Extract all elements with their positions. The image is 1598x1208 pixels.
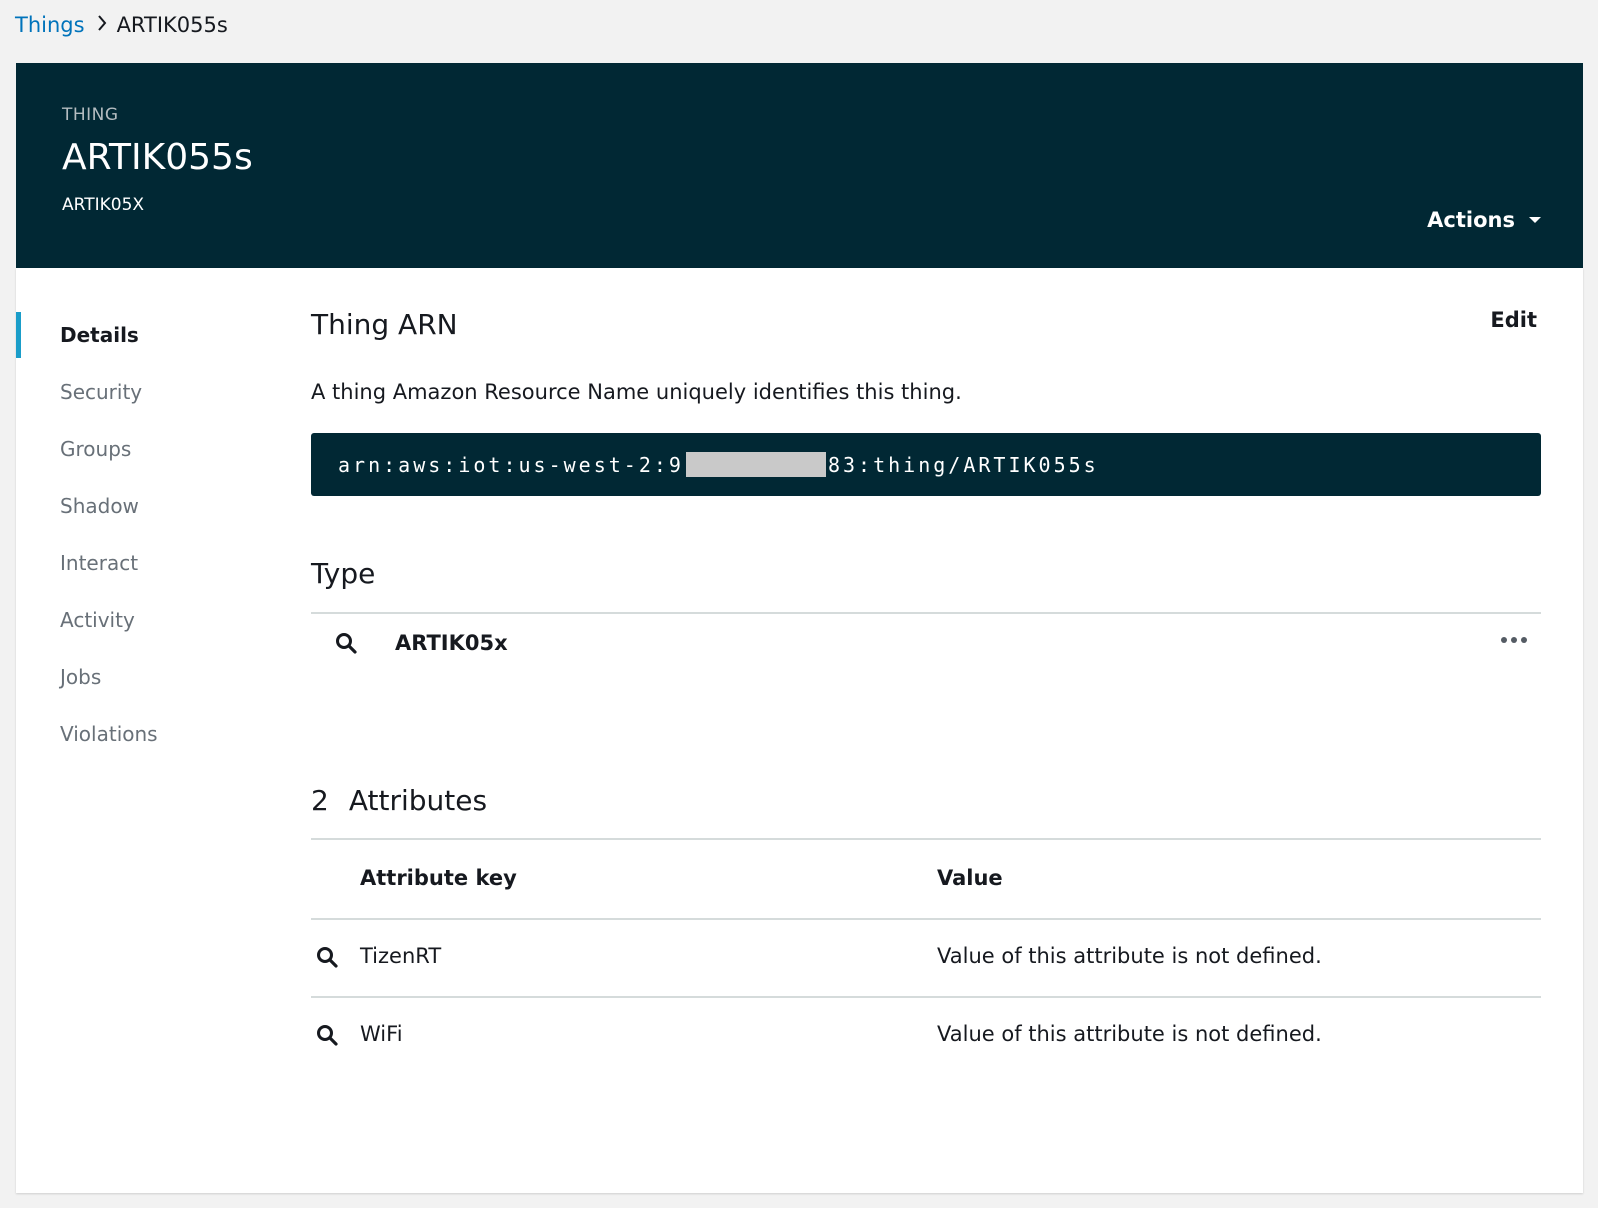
page-title: ARTIK055s: [62, 137, 253, 178]
breadcrumb-current: ARTIK055s: [116, 13, 228, 37]
type-section-title: Type: [311, 557, 376, 590]
nav-item-security[interactable]: Security: [16, 369, 266, 426]
caret-down-icon: [1529, 217, 1541, 223]
actions-dropdown-button[interactable]: Actions: [1427, 208, 1541, 232]
nav-item-details[interactable]: Details: [16, 312, 266, 369]
attributes-section-title: 2 Attributes: [311, 784, 487, 817]
attributes-count: 2: [311, 784, 329, 817]
breadcrumb: Things ARTIK055s: [15, 8, 228, 42]
arn-section-title: Thing ARN: [311, 308, 458, 341]
type-name[interactable]: ARTIK05x: [395, 631, 508, 655]
edit-button[interactable]: Edit: [1490, 308, 1537, 332]
type-row: ARTIK05x: [311, 613, 1541, 673]
search-icon[interactable]: [316, 946, 338, 968]
thing-type-subtitle: ARTIK05X: [62, 195, 145, 215]
column-header-attribute-key: Attribute key: [360, 866, 517, 890]
search-icon[interactable]: [316, 1024, 338, 1046]
arn-value-suffix: 83:thing/ARTIK055s: [827, 452, 1099, 477]
arn-value-box: arn:aws:iot:us-west-2:9 83:thing/ARTIK05…: [311, 433, 1541, 496]
attributes-table-header: Attribute key Value: [311, 840, 1541, 918]
attributes-title: Attributes: [348, 784, 488, 817]
table-row: TizenRT Value of this attribute is not d…: [311, 920, 1541, 998]
table-row: WiFi Value of this attribute is not defi…: [311, 998, 1541, 1076]
arn-value-prefix: arn:aws:iot:us-west-2:9: [338, 452, 684, 477]
nav-item-interact[interactable]: Interact: [16, 540, 266, 597]
attribute-value: Value of this attribute is not defined.: [937, 1022, 1322, 1046]
header-eyebrow: THING: [62, 105, 119, 125]
chevron-right-icon: [97, 15, 107, 31]
attribute-key: WiFi: [360, 1022, 403, 1046]
thing-header: THING ARTIK055s ARTIK05X Actions: [16, 63, 1583, 268]
side-nav: Details Security Groups Shadow Interact …: [16, 312, 266, 768]
details-panel: Details Security Groups Shadow Interact …: [16, 268, 1583, 1193]
arn-description: A thing Amazon Resource Name uniquely id…: [311, 380, 962, 404]
nav-item-activity[interactable]: Activity: [16, 597, 266, 654]
column-header-value: Value: [937, 866, 1003, 890]
attribute-value: Value of this attribute is not defined.: [937, 944, 1322, 968]
attribute-key: TizenRT: [360, 944, 442, 968]
search-icon[interactable]: [335, 632, 357, 654]
nav-item-jobs[interactable]: Jobs: [16, 654, 266, 711]
more-options-icon[interactable]: [1501, 637, 1527, 643]
breadcrumb-things-link[interactable]: Things: [15, 13, 85, 37]
redacted-block: [685, 452, 826, 477]
nav-item-shadow[interactable]: Shadow: [16, 483, 266, 540]
actions-label: Actions: [1427, 208, 1515, 232]
nav-item-violations[interactable]: Violations: [16, 711, 266, 768]
nav-item-groups[interactable]: Groups: [16, 426, 266, 483]
